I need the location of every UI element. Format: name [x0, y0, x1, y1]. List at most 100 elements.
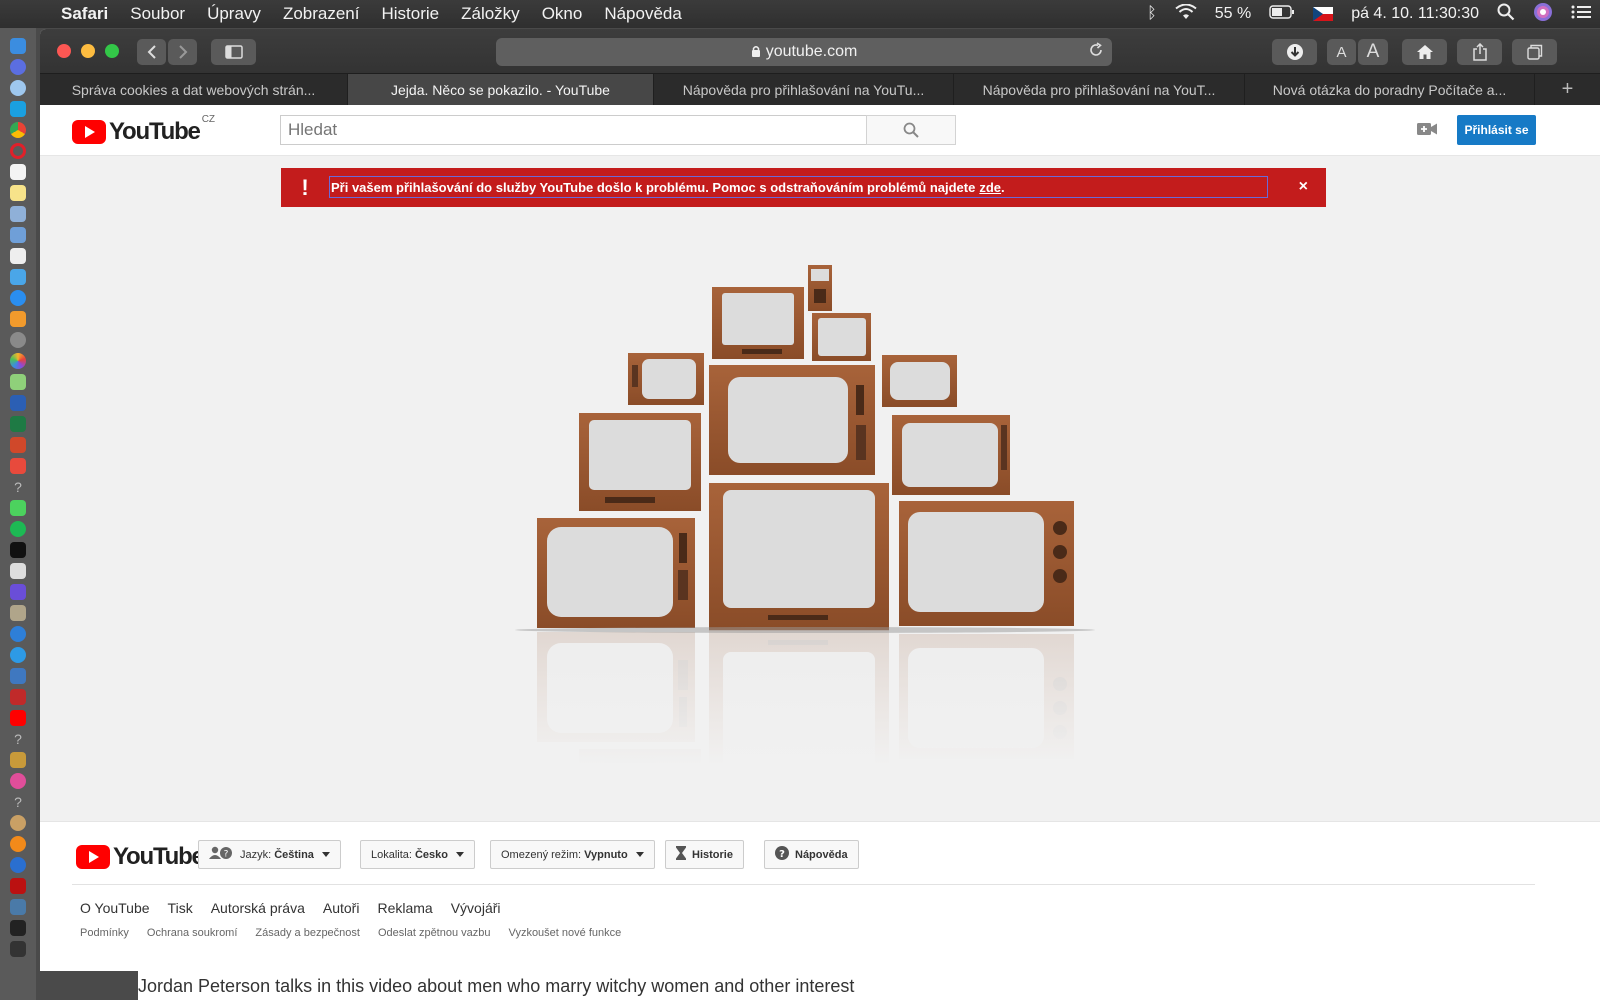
photos-icon[interactable] [10, 353, 26, 369]
footer-link-copyright[interactable]: Autorská práva [211, 900, 305, 916]
downloads-button[interactable] [1272, 39, 1317, 65]
mail-icon[interactable] [10, 458, 26, 474]
books-icon[interactable] [10, 311, 26, 327]
tab-signin-help-2[interactable]: Nápověda pro přihlašování na YouT... [954, 74, 1245, 106]
unknown-app-icon-2[interactable]: ? [10, 731, 26, 747]
menubar-clock[interactable]: pá 4. 10. 11:30:30 [1342, 5, 1488, 23]
tab-signin-help-1[interactable]: Nápověda pro přihlašování na YouTu... [654, 74, 954, 106]
terminal-icon[interactable] [10, 542, 26, 558]
new-tab-button[interactable]: + [1535, 74, 1600, 105]
bluetooth-icon[interactable]: ᛒ [1138, 5, 1166, 23]
opera-icon[interactable] [10, 143, 26, 159]
footer-link-press[interactable]: Tisk [168, 900, 193, 916]
close-window-button[interactable] [57, 44, 71, 58]
search-input[interactable] [280, 115, 867, 145]
maps-icon[interactable] [10, 374, 26, 390]
text-size-smaller-button[interactable]: A [1327, 39, 1356, 65]
textedit-icon[interactable] [10, 248, 26, 264]
menu-item-help[interactable]: Nápověda [593, 4, 693, 24]
image-capture-icon[interactable] [10, 668, 26, 684]
restricted-mode-button[interactable]: Omezený režim: Vypnuto [490, 840, 655, 869]
search-button[interactable] [866, 115, 956, 145]
spotlight-search-icon[interactable] [1488, 3, 1524, 26]
footer-link-developers[interactable]: Vývojáři [451, 900, 501, 916]
notes-icon[interactable] [10, 185, 26, 201]
notification-center-icon[interactable] [1562, 4, 1600, 25]
tab-youtube-error[interactable]: Jejda. Něco se pokazilo. - YouTube [348, 74, 654, 106]
chat-icon[interactable] [10, 647, 26, 663]
share-button[interactable] [1457, 39, 1502, 65]
menu-item-edit[interactable]: Úpravy [196, 4, 272, 24]
itunes-icon[interactable] [10, 773, 26, 789]
reload-icon[interactable] [1088, 42, 1104, 63]
battery-percent[interactable]: 55 % [1206, 5, 1260, 23]
tab-overview-button[interactable] [1512, 39, 1557, 65]
archive-icon[interactable] [10, 605, 26, 621]
spotify-icon[interactable] [10, 521, 26, 537]
console-icon[interactable] [10, 941, 26, 957]
acrobat-icon[interactable] [10, 878, 26, 894]
finder-icon[interactable] [10, 38, 26, 54]
back-button[interactable] [137, 39, 166, 65]
calendar-icon[interactable] [10, 164, 26, 180]
signin-button[interactable]: Přihlásit se [1457, 115, 1536, 145]
home-button[interactable] [1402, 39, 1447, 65]
maximize-window-button[interactable] [105, 44, 119, 58]
forward-button[interactable] [168, 39, 197, 65]
vlc-icon[interactable] [10, 836, 26, 852]
upload-video-icon[interactable] [1416, 121, 1438, 137]
downloads-icon[interactable] [10, 206, 26, 222]
minimize-window-button[interactable] [81, 44, 95, 58]
powerpoint-icon[interactable] [10, 437, 26, 453]
input-source-flag-icon[interactable] [1304, 5, 1342, 23]
address-bar[interactable]: youtube.com [496, 38, 1112, 66]
script-editor-icon[interactable] [10, 563, 26, 579]
footer-link-advertise[interactable]: Reklama [377, 900, 432, 916]
imovie-icon[interactable] [10, 584, 26, 600]
footer-link-about[interactable]: O YouTube [80, 900, 150, 916]
youtube-app-icon[interactable] [10, 710, 26, 726]
book-icon[interactable] [10, 752, 26, 768]
siri-icon[interactable] [1524, 2, 1562, 27]
help-link[interactable]: zde [979, 180, 1001, 195]
footer-link-privacy[interactable]: Ochrana soukromí [147, 927, 237, 939]
language-picker-button[interactable]: ? Jazyk: Čeština [198, 840, 341, 869]
footer-link-test-features[interactable]: Vyzkoušet nové funkce [509, 927, 622, 939]
icloud-icon[interactable] [10, 269, 26, 285]
history-button[interactable]: Historie [665, 840, 744, 869]
footer-link-creators[interactable]: Autoři [323, 900, 360, 916]
close-alert-button[interactable]: × [1299, 178, 1308, 196]
sidebar-toggle-button[interactable] [211, 39, 256, 65]
footer-link-feedback[interactable]: Odeslat zpětnou vazbu [378, 927, 491, 939]
footer-link-policy-safety[interactable]: Zásady a bezpečnost [255, 927, 360, 939]
wifi-icon[interactable] [1166, 3, 1206, 25]
menu-item-bookmarks[interactable]: Záložky [450, 4, 531, 24]
menu-app-name[interactable]: Safari [50, 4, 119, 24]
safari-icon[interactable] [10, 80, 26, 96]
game-icon[interactable] [10, 815, 26, 831]
activity-monitor-icon[interactable] [10, 920, 26, 936]
menu-item-view[interactable]: Zobrazení [272, 4, 371, 24]
messages-icon[interactable] [10, 500, 26, 516]
word-icon[interactable] [10, 395, 26, 411]
excel-icon[interactable] [10, 416, 26, 432]
help-button[interactable]: ? Nápověda [764, 840, 859, 869]
youtube-logo[interactable]: YouTube CZ [72, 114, 215, 146]
unknown-app-icon-3[interactable]: ? [10, 794, 26, 810]
preview-icon[interactable] [10, 227, 26, 243]
network-utility-icon[interactable] [10, 899, 26, 915]
skype-icon[interactable] [10, 101, 26, 117]
network-icon[interactable] [10, 857, 26, 873]
location-picker-button[interactable]: Lokalita: Česko [360, 840, 476, 869]
launchpad-icon[interactable] [10, 59, 26, 75]
text-size-larger-button[interactable]: A [1358, 39, 1388, 65]
photo-booth-icon[interactable] [10, 689, 26, 705]
system-preferences-icon[interactable] [10, 332, 26, 348]
battery-icon[interactable] [1260, 4, 1304, 24]
menu-item-window[interactable]: Okno [531, 4, 594, 24]
footer-youtube-logo[interactable]: YouTube [76, 843, 205, 871]
footer-link-terms[interactable]: Podmínky [80, 927, 129, 939]
compass-icon[interactable] [10, 626, 26, 642]
app-store-icon[interactable] [10, 290, 26, 306]
menu-item-file[interactable]: Soubor [119, 4, 196, 24]
